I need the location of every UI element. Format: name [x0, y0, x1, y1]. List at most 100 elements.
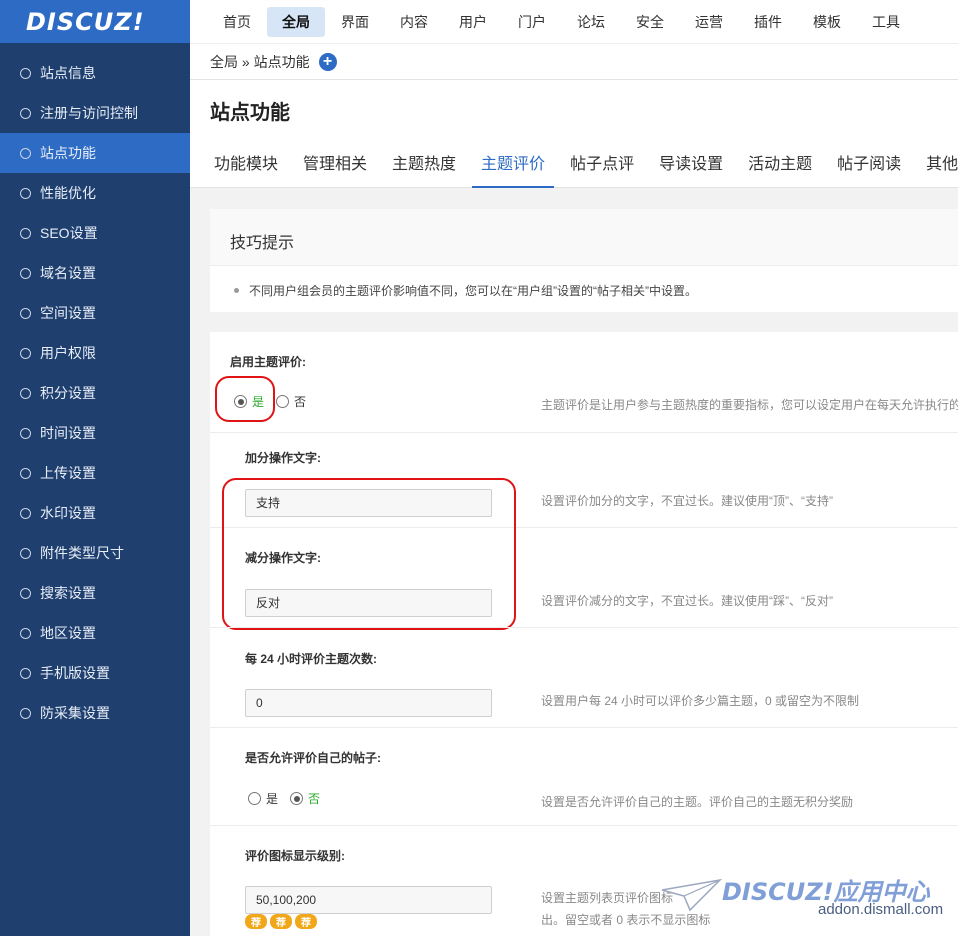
sidebar-item[interactable]: 水印设置 — [0, 493, 190, 533]
topnav-item[interactable]: 界面 — [326, 7, 384, 37]
allow-self-yes[interactable]: 是 — [248, 790, 278, 807]
sidebar-item-label: 上传设置 — [40, 465, 96, 481]
enable-rating-no-label: 否 — [294, 395, 307, 409]
tips-title: 技巧提示 — [210, 209, 958, 266]
tab[interactable]: 导读设置 — [650, 142, 732, 188]
topnav-item[interactable]: 模板 — [798, 7, 856, 37]
daily-limit-label: 每 24 小时评价主题次数: — [245, 652, 378, 666]
sidebar-item-label: 站点信息 — [40, 65, 96, 81]
tab[interactable]: 主题评价 — [472, 142, 555, 188]
allow-self-no[interactable]: 否 — [290, 790, 320, 807]
circle-icon — [20, 227, 31, 239]
plus-icon[interactable]: + — [318, 52, 337, 71]
sidebar-item[interactable]: 空间设置 — [0, 293, 190, 333]
breadcrumb: 全局 » 站点功能 + — [190, 43, 958, 80]
tips-panel: 技巧提示 不同用户组会员的主题评价影响值不同，您可以在“用户组”设置的“帖子相关… — [210, 209, 958, 312]
tab[interactable]: 帖子点评 — [561, 142, 643, 188]
allow-self-no-label: 否 — [308, 792, 321, 806]
page-header: 站点功能 功能模块 管理相关 主题热度 主题评价 帖子点评 导读设置 活动主题 帖子阅读 其他 — [190, 80, 958, 188]
topnav-item[interactable]: 用户 — [444, 7, 502, 37]
settings-form: 启用主题评价: 是 否 主题评价是让用户参与主题热度的重要指标，您可以设定用户在… — [210, 332, 958, 936]
logo-text: DISCUZ! — [26, 7, 145, 36]
topnav-item[interactable]: 门户 — [503, 7, 561, 37]
circle-icon — [20, 667, 31, 679]
sidebar-item-label: 性能优化 — [40, 185, 96, 201]
sidebar-item-label: 手机版设置 — [40, 665, 110, 681]
sidebar-item[interactable]: 上传设置 — [0, 453, 190, 493]
topnav-item[interactable]: 全局 — [267, 6, 325, 37]
topnav-item[interactable]: 内容 — [385, 7, 443, 37]
circle-icon — [20, 107, 31, 119]
icon-levels-label: 评价图标显示级别: — [245, 849, 345, 863]
tab[interactable]: 主题热度 — [383, 142, 465, 188]
topnav-item[interactable]: 插件 — [739, 7, 797, 37]
sidebar-item[interactable]: 时间设置 — [0, 413, 190, 453]
sidebar-item[interactable]: 附件类型尺寸 — [0, 533, 190, 573]
icon-levels-hint-line1: 设置主题列表页评价图标 — [541, 891, 674, 905]
sidebar-item-label: 用户权限 — [40, 345, 96, 361]
circle-icon — [20, 187, 31, 199]
circle-icon — [20, 67, 31, 79]
topnav-item[interactable]: 运营 — [680, 7, 738, 37]
logo[interactable]: DISCUZ! — [0, 0, 190, 43]
sidebar-item[interactable]: 防采集设置 — [0, 693, 190, 733]
sidebar-item[interactable]: 注册与访问控制 — [0, 93, 190, 133]
divider — [210, 727, 958, 728]
sidebar-item[interactable]: 地区设置 — [0, 613, 190, 653]
allow-self-label: 是否允许评价自己的帖子: — [245, 751, 381, 765]
rating-badge-icon: 荐 — [245, 914, 267, 929]
sidebar-item[interactable]: 搜索设置 — [0, 573, 190, 613]
circle-icon — [20, 147, 31, 159]
allow-self-yes-label: 是 — [266, 792, 279, 806]
sidebar-item[interactable]: 性能优化 — [0, 173, 190, 213]
circle-icon — [20, 627, 31, 639]
allow-self-hint: 设置是否允许评价自己的主题。评价自己的主题无积分奖励 — [541, 795, 854, 809]
top-navigation: 首页 全局 界面 内容 用户 门户 论坛 安全 运营 插件 模板 工具 — [190, 0, 958, 43]
breadcrumb-text: 全局 » 站点功能 — [210, 53, 310, 70]
tab[interactable]: 功能模块 — [205, 142, 287, 188]
sidebar-item[interactable]: 用户权限 — [0, 333, 190, 373]
plus-text-hint: 设置评价加分的文字，不宜过长。建议使用“顶”、“支持” — [541, 494, 833, 508]
sidebar-item-label: SEO设置 — [40, 225, 98, 241]
sidebar-item[interactable]: 站点功能 — [0, 133, 190, 173]
sidebar-item-label: 附件类型尺寸 — [40, 545, 124, 561]
topnav-item[interactable]: 论坛 — [562, 7, 620, 37]
highlight-box — [215, 376, 275, 422]
sidebar-item[interactable]: 站点信息 — [0, 53, 190, 93]
plus-text-label: 加分操作文字: — [245, 451, 321, 465]
enable-rating-hint: 主题评价是让用户参与主题热度的重要指标，您可以设定用户在每天允许执行的 — [541, 398, 958, 412]
watermark-url: addon.dismall.com — [818, 901, 944, 918]
minus-text-hint: 设置评价减分的文字，不宜过长。建议使用“踩”、“反对” — [541, 594, 833, 608]
enable-rating-label: 启用主题评价: — [230, 355, 306, 369]
sidebar-item[interactable]: 域名设置 — [0, 253, 190, 293]
enable-rating-no[interactable]: 否 — [276, 393, 306, 410]
tab[interactable]: 管理相关 — [294, 142, 376, 188]
radio-unchecked-icon[interactable] — [276, 395, 290, 408]
sidebar-item[interactable]: SEO设置 — [0, 213, 190, 253]
icon-levels-input[interactable]: 50,100,200 — [245, 886, 492, 914]
circle-icon — [20, 587, 31, 599]
sidebar-item-label: 注册与访问控制 — [40, 105, 138, 121]
topnav-item[interactable]: 工具 — [857, 7, 915, 37]
circle-icon — [20, 387, 31, 399]
page-title: 站点功能 — [210, 102, 290, 124]
tab[interactable]: 其他 — [917, 142, 958, 188]
sidebar-item-label: 站点功能 — [40, 145, 96, 161]
sidebar-item[interactable]: 积分设置 — [0, 373, 190, 413]
radio-checked-icon[interactable] — [290, 792, 304, 805]
tab[interactable]: 活动主题 — [739, 142, 821, 188]
radio-unchecked-icon[interactable] — [248, 792, 261, 805]
daily-limit-hint: 设置用户每 24 小时可以评价多少篇主题，0 或留空为不限制 — [541, 694, 860, 708]
sidebar-menu: 站点信息注册与访问控制 站点功能性能优化 SEO设置域名设置 空间设置用户权限积分设置… — [0, 53, 190, 733]
circle-icon — [20, 347, 31, 359]
circle-icon — [20, 267, 31, 279]
sidebar-item[interactable]: 手机版设置 — [0, 653, 190, 693]
sidebar-item-label: 时间设置 — [40, 425, 96, 441]
daily-limit-input[interactable]: 0 — [245, 689, 492, 717]
sidebar-item-label: 水印设置 — [40, 505, 96, 521]
topnav-item[interactable]: 首页 — [208, 7, 266, 37]
topnav-item[interactable]: 安全 — [621, 7, 679, 37]
circle-icon — [20, 307, 31, 319]
sidebar-item-label: 地区设置 — [40, 625, 96, 641]
tab[interactable]: 帖子阅读 — [828, 142, 910, 188]
